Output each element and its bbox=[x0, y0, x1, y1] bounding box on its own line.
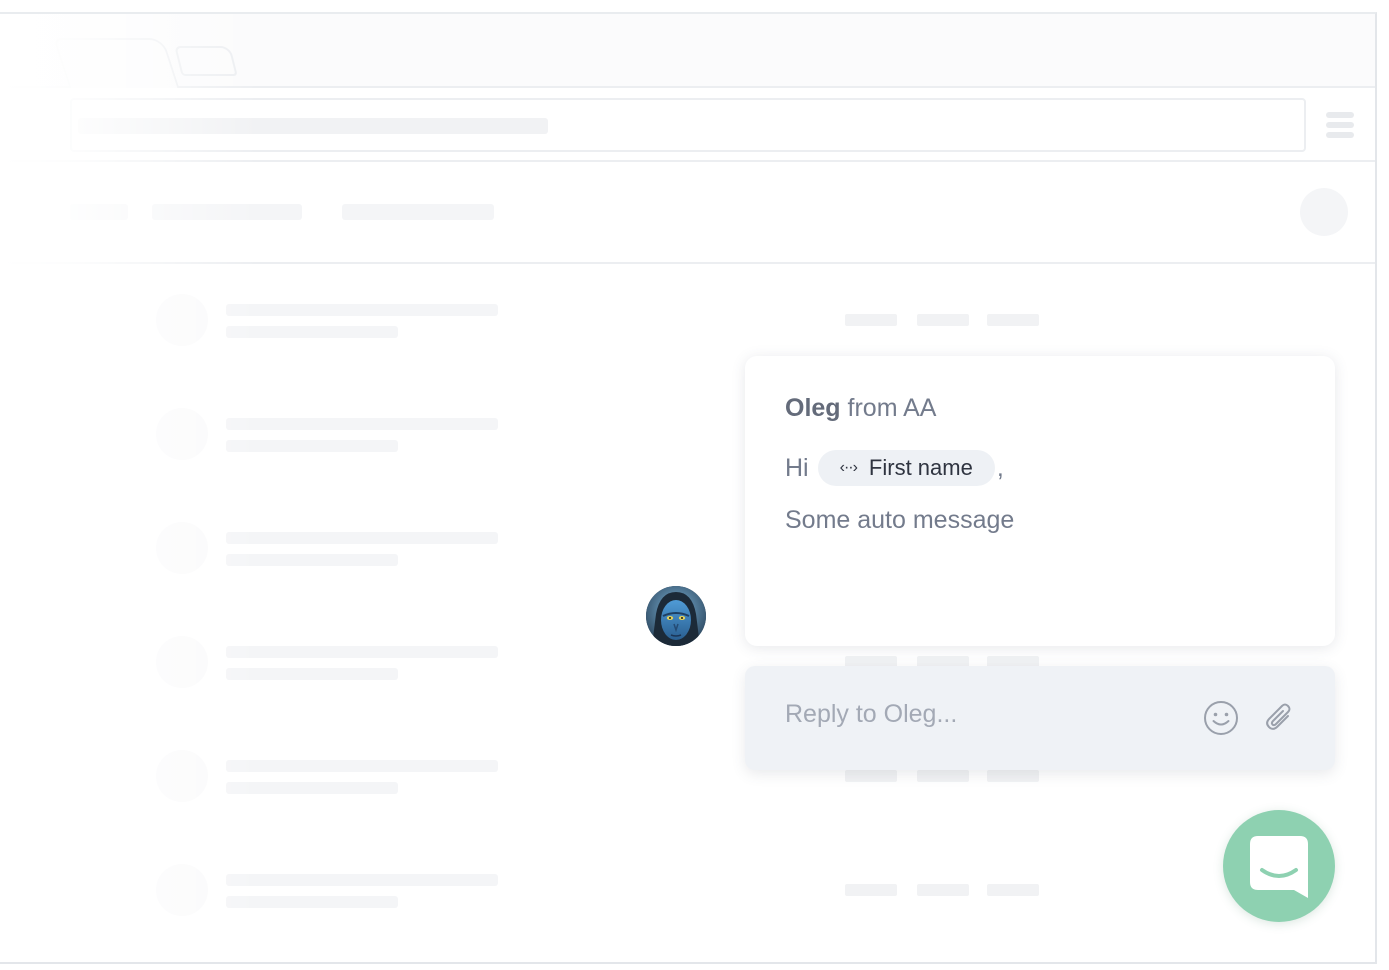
avatar bbox=[646, 586, 706, 646]
browser-tab-bar bbox=[0, 14, 1375, 90]
reply-input[interactable]: Reply to Oleg... bbox=[785, 700, 957, 729]
paperclip-icon[interactable] bbox=[1261, 700, 1297, 736]
text-placeholder bbox=[917, 884, 969, 896]
nav-placeholder bbox=[342, 204, 494, 220]
text-placeholder bbox=[845, 314, 897, 326]
chat-icon bbox=[1250, 836, 1308, 898]
list-item-placeholder bbox=[156, 750, 516, 802]
hamburger-menu-icon bbox=[1326, 112, 1354, 140]
nav-placeholder bbox=[70, 204, 128, 220]
message-header: Oleg from AA bbox=[785, 394, 936, 423]
browser-toolbar bbox=[0, 88, 1375, 162]
browser-tab bbox=[53, 38, 181, 90]
text-placeholder bbox=[845, 770, 897, 782]
text-placeholder bbox=[845, 884, 897, 896]
greeting-line: Hi ‹··› First name , bbox=[785, 450, 1004, 486]
sender-suffix: from AA bbox=[847, 394, 937, 422]
code-brackets-icon: ‹··› bbox=[839, 459, 858, 476]
attribute-pill[interactable]: ‹··› First name bbox=[817, 450, 995, 486]
text-placeholder bbox=[917, 314, 969, 326]
messenger-launcher-button[interactable] bbox=[1223, 810, 1335, 922]
list-item-placeholder bbox=[156, 408, 516, 460]
message-body: Some auto message bbox=[785, 506, 1015, 534]
greeting-punctuation: , bbox=[996, 453, 1004, 482]
address-placeholder bbox=[78, 118, 548, 134]
text-placeholder bbox=[987, 770, 1039, 782]
sender-name: Oleg bbox=[785, 394, 841, 422]
attribute-label: First name bbox=[868, 455, 973, 480]
browser-new-tab bbox=[174, 46, 238, 76]
smiley-icon[interactable] bbox=[1203, 700, 1239, 736]
list-item-placeholder bbox=[156, 636, 516, 688]
profile-placeholder bbox=[1300, 188, 1348, 236]
list-item-placeholder bbox=[156, 522, 516, 574]
message-card[interactable]: Oleg from AA Hi ‹··› First name , Some a… bbox=[745, 356, 1335, 646]
list-item-placeholder bbox=[156, 294, 516, 346]
nav-placeholder bbox=[152, 204, 302, 220]
reply-composer[interactable]: Reply to Oleg... bbox=[745, 666, 1335, 770]
list-item-placeholder bbox=[156, 864, 516, 916]
greeting-text: Hi bbox=[785, 453, 809, 482]
address-bar bbox=[70, 98, 1306, 152]
text-placeholder bbox=[987, 884, 1039, 896]
site-nav-placeholder bbox=[0, 162, 1375, 264]
text-placeholder bbox=[917, 770, 969, 782]
text-placeholder bbox=[987, 314, 1039, 326]
